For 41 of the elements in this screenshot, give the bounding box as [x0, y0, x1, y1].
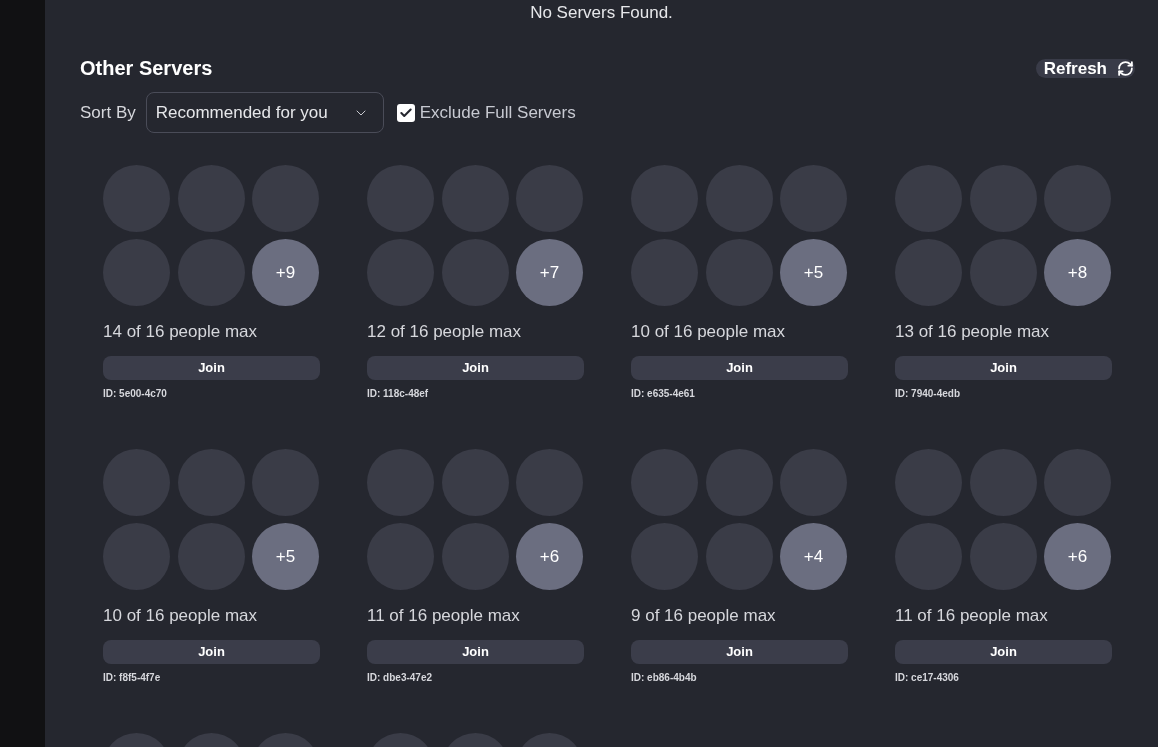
server-id: ID: 7940-4edb — [895, 388, 961, 400]
server-id: ID: 5e00-4c70 — [103, 388, 167, 400]
more-members-badge: +4 — [780, 523, 847, 590]
check-icon — [398, 105, 413, 120]
join-button[interactable]: Join — [895, 640, 1112, 664]
server-id: ID: e635-4e61 — [631, 388, 695, 400]
occupancy-text: 11 of 16 people max — [367, 605, 521, 627]
join-button[interactable]: Join — [895, 356, 1112, 380]
join-button[interactable]: Join — [367, 356, 584, 380]
server-id: ID: f8f5-4f7e — [103, 672, 161, 684]
join-button[interactable]: Join — [103, 356, 320, 380]
occupancy-text: 12 of 16 people max — [367, 321, 523, 343]
server-id: ID: ce17-4306 — [895, 672, 959, 684]
more-members-badge: +6 — [516, 523, 583, 590]
section-title: Other Servers — [80, 56, 213, 80]
occupancy-text: 10 of 16 people max — [631, 321, 787, 343]
refresh-icon — [1117, 59, 1134, 77]
occupancy-text: 13 of 16 people max — [895, 321, 1051, 343]
server-id: ID: dbe3-47e2 — [367, 672, 433, 684]
more-members-badge: +5 — [252, 523, 319, 590]
server-id: ID: eb86-4b4b — [631, 672, 697, 684]
exclude-full-label: Exclude Full Servers — [419, 101, 576, 124]
occupancy-text: 9 of 16 people max — [631, 605, 777, 627]
occupancy-text: 11 of 16 people max — [895, 605, 1049, 627]
more-members-badge: +6 — [1044, 523, 1111, 590]
join-button[interactable]: Join — [631, 356, 848, 380]
server-id: ID: 118c-48ef — [367, 388, 429, 400]
sort-label: Sort By — [80, 101, 136, 124]
refresh-button[interactable]: Refresh — [1035, 58, 1135, 78]
more-members-badge: +7 — [516, 239, 583, 306]
exclude-full-checkbox[interactable] — [396, 103, 415, 122]
empty-notice: No Servers Found. — [530, 3, 673, 23]
join-button[interactable]: Join — [631, 640, 848, 664]
more-members-badge: +9 — [252, 239, 319, 306]
more-members-badge: +5 — [780, 239, 847, 306]
occupancy-text: 10 of 16 people max — [103, 605, 259, 627]
more-members-badge: +8 — [1044, 239, 1111, 306]
join-button[interactable]: Join — [103, 640, 320, 664]
occupancy-text: 14 of 16 people max — [103, 321, 259, 343]
join-button[interactable]: Join — [367, 640, 584, 664]
sort-dropdown[interactable]: Recommended for you — [145, 92, 384, 133]
